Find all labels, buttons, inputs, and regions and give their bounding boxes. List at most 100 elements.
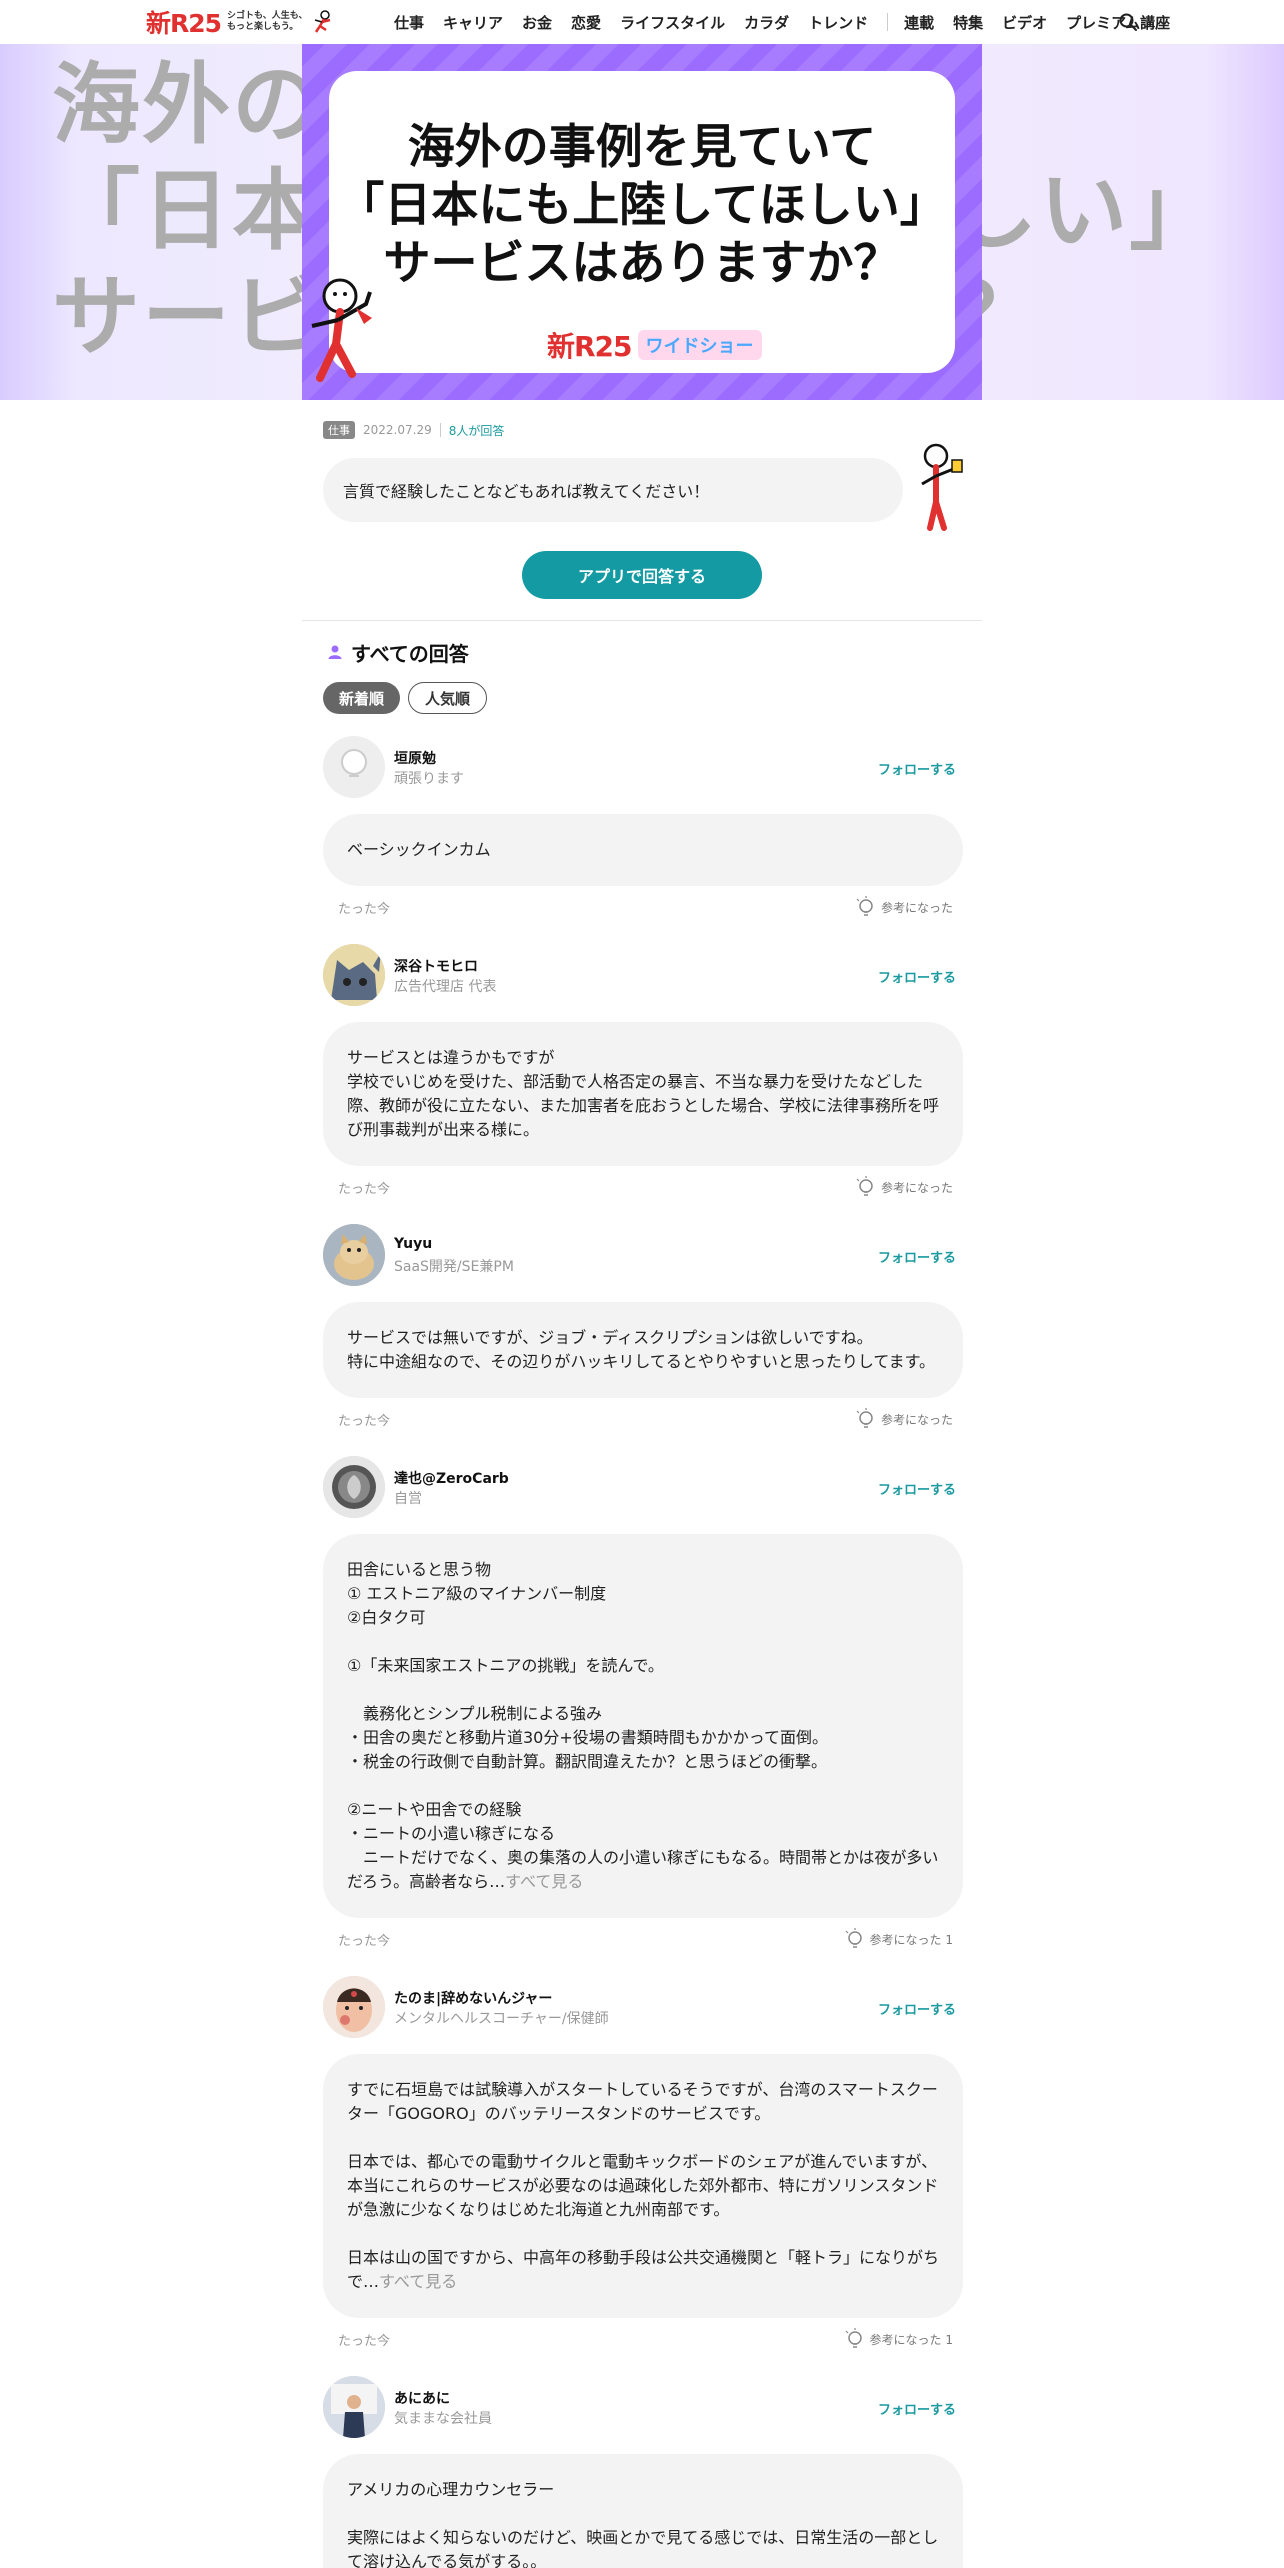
answer-text-line: 日本は山の国ですから、中高年の移動手段は公共交通機関と「軽トラ」になりがち <box>347 2248 940 2267</box>
lightbulb-icon <box>856 896 873 916</box>
nav-item-career[interactable]: キャリア <box>443 12 503 33</box>
hero-banner: 海外の事例を見ていて 「日本にも上陸してほしい」 サービスはありますか？ 海外の… <box>0 44 1284 400</box>
avatar-image <box>323 1456 385 1518</box>
search-icon[interactable] <box>1118 12 1138 32</box>
avatar[interactable] <box>323 736 385 798</box>
question-date: 2022.07.29 <box>363 423 432 437</box>
helpful-label: 参考になった 1 <box>869 2332 953 2347</box>
follow-button[interactable]: フォローする <box>878 1479 956 1498</box>
helpful-label: 参考になった <box>880 1412 953 1427</box>
mascot-character-icon <box>311 278 372 382</box>
answer-time: たった今 <box>338 2334 391 2349</box>
see-all-link[interactable]: すべて見る <box>505 1872 583 1891</box>
category-badge[interactable]: 仕事 <box>323 421 355 439</box>
answer-text-line: アメリカの心理カウンセラー <box>347 2480 555 2499</box>
follow-button[interactable]: フォローする <box>878 759 956 778</box>
follow-button[interactable]: フォローする <box>878 1247 956 1266</box>
answer-bubble: ベーシックインカム <box>323 814 963 886</box>
answer-text-line: が急激に少なくなりはじめた北海道と九州南部です。 <box>347 2200 730 2219</box>
sort-popular-button[interactable]: 人気順 <box>408 682 488 714</box>
nav-item-series[interactable]: 連載 <box>904 12 934 33</box>
helpful-button[interactable]: 参考になった 1 <box>844 2328 953 2350</box>
avatar-image <box>323 1224 385 1286</box>
answer-in-app-button[interactable]: アプリで回答する <box>522 551 762 599</box>
follow-button[interactable]: フォローする <box>878 2399 956 2418</box>
hero-card: 海外の事例を見ていて 「日本にも上陸してほしい」 サービスはありますか？ 新R2… <box>302 44 982 400</box>
answer-text-line: ・税金の行政側で自動計算。翻訳間違えたか？と思うほどの衝撃。 <box>347 1752 828 1771</box>
nav-item-body[interactable]: カラダ <box>744 12 789 33</box>
avatar[interactable] <box>323 2376 385 2438</box>
hero-inner-panel: 海外の事例を見ていて 「日本にも上陸してほしい」 サービスはありますか？ 新R2… <box>329 71 955 373</box>
answers-section-header: すべての回答 <box>327 638 469 666</box>
answer-text-line <box>347 1630 939 1654</box>
answer-text-line: ター「GOGORO」のバッテリースタンドのサービスです。 <box>347 2104 771 2123</box>
answers-section-title: すべての回答 <box>351 641 469 666</box>
answer-text-line: 日本では、都心での電動サイクルと電動キックボードのシェアが進んでいますが、 <box>347 2152 938 2171</box>
nav-item-lifestyle[interactable]: ライフスタイル <box>620 12 725 33</box>
answerer-name[interactable]: たのま|辞めないんジャー <box>394 1988 552 2008</box>
hero-brand: 新R25 ワイドショー <box>547 329 762 363</box>
answer-text-line: だろう。高齢者なら…すべて見る <box>347 1872 584 1891</box>
answer-text-line: すでに石垣島では試験導入がスタートしているそうですが、台湾のスマートスクー <box>347 2080 938 2099</box>
nav-item-love[interactable]: 恋愛 <box>571 12 601 33</box>
logo-character-icon <box>314 10 330 33</box>
avatar-image <box>323 1976 385 2038</box>
avatar-image <box>323 2376 385 2438</box>
lightbulb-icon <box>856 1408 873 1428</box>
avatar[interactable] <box>323 1456 385 1518</box>
answerer-name[interactable]: Yuyu <box>394 1236 432 1252</box>
sort-newest-button[interactable]: 新着順 <box>323 682 401 714</box>
meta-divider <box>439 423 441 437</box>
answer-bubble: 田舎にいると思う物 ① エストニア級のマイナンバー制度 ②白タク可 ①「未来国家… <box>323 1534 963 1918</box>
answer-text-line: び刑事裁判が出来る様に。 <box>347 1120 540 1139</box>
site-header: 新R25 シゴトも、人生も、 もっと楽しもう。 仕事 キャリア お金 恋愛 ライフ… <box>0 0 1284 44</box>
site-logo[interactable]: 新R25 シゴトも、人生も、 もっと楽しもう。 <box>146 6 334 38</box>
helpful-button[interactable]: 参考になった <box>855 896 953 918</box>
avatar[interactable] <box>323 1976 385 2038</box>
answer-count: 8人が回答 <box>448 423 505 438</box>
hero-brand-logo: 新R25 <box>547 330 633 363</box>
answerer-role: 気ままな会社員 <box>394 2411 492 2427</box>
answerer-role: 頑張ります <box>394 771 464 787</box>
answer-text-line: ・田舎の奥だと移動片道30分+役場の書類時間もかかかって面倒。 <box>347 1728 828 1747</box>
lightbulb-icon <box>845 1928 862 1948</box>
helpful-label: 参考になった <box>880 1180 953 1195</box>
answerer-role: メンタルヘルスコーチャー/保健師 <box>394 2011 609 2027</box>
person-icon <box>328 645 342 659</box>
nav-item-video[interactable]: ビデオ <box>1002 12 1047 33</box>
nav-divider <box>887 13 889 31</box>
nav-item-features[interactable]: 特集 <box>953 12 983 33</box>
sort-toggle: 新着順 人気順 <box>323 682 495 714</box>
helpful-button[interactable]: 参考になった 1 <box>844 1928 953 1950</box>
answer-text-line: 田舎にいると思う物 <box>347 1560 492 1579</box>
answerer-name[interactable]: 深谷トモヒロ <box>394 956 478 976</box>
helpful-button[interactable]: 参考になった <box>855 1408 953 1430</box>
answerer-name[interactable]: 達也@ZeroCarb <box>394 1468 509 1488</box>
answer-text-line <box>347 2502 939 2526</box>
answer-text-line: ・ニートの小遣い稼ぎになる <box>347 1824 556 1843</box>
answer-text-line: ②白タク可 <box>347 1608 426 1627</box>
nav-item-money[interactable]: お金 <box>522 12 552 33</box>
follow-button[interactable]: フォローする <box>878 967 956 986</box>
helpful-button[interactable]: 参考になった <box>855 1176 953 1198</box>
question-meta: 仕事 2022.07.29 8人が回答 <box>323 420 504 440</box>
nav-item-work[interactable]: 仕事 <box>394 12 424 33</box>
question-bubble: 言質で経験したことなどもあれば教えてください！ <box>323 458 903 522</box>
answer-text-line: ① エストニア級のマイナンバー制度 <box>347 1584 607 1603</box>
see-all-link[interactable]: すべて見る <box>379 2272 457 2291</box>
avatar[interactable] <box>323 944 385 1006</box>
answer-text-line: 実際にはよく知らないのだけど、映画とかで見てる感じでは、日常生活の一部とし <box>347 2528 939 2547</box>
answer-text-line: て溶け込んでる気がする。。 <box>347 2552 547 2568</box>
answerer-name[interactable]: 垣原勉 <box>394 748 436 768</box>
logo-text: 新R25 <box>146 9 222 38</box>
hero-title: 海外の事例を見ていて 「日本にも上陸してほしい」 サービスはありますか？ <box>337 120 947 291</box>
follow-button[interactable]: フォローする <box>878 1999 956 2018</box>
answer-text-line: 際、教師が役に立たない、また加害者を庇おうとした場合、学校に法律事務所を呼 <box>347 1096 940 1115</box>
logo-tagline: シゴトも、人生も、 もっと楽しもう。 <box>227 11 308 32</box>
answer-text-line: 特に中途組なので、その辺りがハッキリしてるとやりやすいと思ったりしてます。 <box>347 1352 936 1371</box>
nav-item-trend[interactable]: トレンド <box>808 12 868 33</box>
avatar[interactable] <box>323 1224 385 1286</box>
answer-text-line: サービスでは無いですが、ジョブ・ディスクリプションは欲しいですね。 <box>347 1328 873 1347</box>
answerer-name[interactable]: あにあに <box>394 2388 450 2408</box>
answerer-role: 自営 <box>394 1491 422 1507</box>
